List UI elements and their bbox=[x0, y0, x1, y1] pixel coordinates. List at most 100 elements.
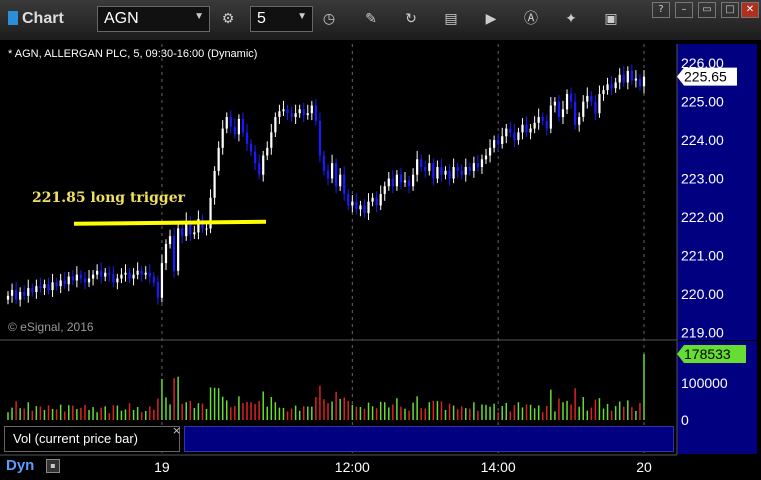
candle-body bbox=[436, 167, 439, 179]
candle-body bbox=[156, 282, 159, 298]
candle-body bbox=[6, 295, 10, 300]
candle-body bbox=[217, 147, 220, 171]
candle-body bbox=[51, 282, 54, 291]
time-tick-label: 14:00 bbox=[481, 459, 516, 475]
candle-body bbox=[262, 155, 265, 175]
candle-body bbox=[47, 284, 50, 291]
candle-body bbox=[278, 111, 281, 118]
candle-body bbox=[270, 132, 273, 148]
candle-body bbox=[444, 170, 447, 175]
candle-body bbox=[310, 105, 313, 114]
candle-body bbox=[112, 274, 115, 283]
candle-body bbox=[464, 167, 467, 175]
candle-body bbox=[533, 122, 536, 129]
candle-body bbox=[602, 90, 605, 94]
candle-body bbox=[468, 167, 471, 171]
candle-body bbox=[553, 101, 556, 106]
candle-body bbox=[229, 117, 232, 127]
candle-body bbox=[472, 163, 475, 171]
candle-body bbox=[258, 163, 261, 175]
candle-body bbox=[193, 232, 196, 235]
volume-study-label[interactable]: Vol (current price bar) bbox=[4, 426, 180, 452]
candle-body bbox=[480, 159, 484, 168]
candle-body bbox=[561, 109, 565, 118]
candle-body bbox=[148, 272, 151, 277]
candle-body bbox=[39, 286, 42, 289]
candle-body bbox=[513, 132, 516, 141]
candle-body bbox=[314, 105, 317, 121]
candle-body bbox=[302, 109, 305, 116]
candle-body bbox=[326, 170, 330, 179]
candle-body bbox=[108, 272, 111, 275]
candle-body bbox=[233, 126, 236, 135]
candle-body bbox=[452, 167, 455, 179]
candle-body bbox=[395, 174, 399, 187]
candle-body bbox=[634, 78, 638, 81]
candle-body bbox=[578, 117, 581, 125]
candle-body bbox=[521, 124, 524, 133]
close-study-icon[interactable]: × bbox=[172, 424, 181, 437]
candle-body bbox=[606, 84, 609, 91]
candle-body bbox=[569, 93, 573, 102]
candle-body bbox=[290, 113, 293, 118]
lock-icon[interactable]: ▪ bbox=[46, 459, 60, 473]
candle-body bbox=[160, 263, 164, 298]
candle-body bbox=[241, 118, 245, 133]
candle-body bbox=[501, 136, 504, 144]
candle-body bbox=[172, 236, 176, 271]
chart-svg: 219.00 220.00 221.00 222.00 223.00 224.00 225.… bbox=[0, 40, 761, 480]
candle-body bbox=[610, 84, 613, 89]
candle-body bbox=[379, 193, 382, 206]
candle-body bbox=[359, 205, 362, 210]
candle-body bbox=[79, 274, 83, 279]
candle-body bbox=[339, 174, 342, 187]
candle-body bbox=[83, 278, 87, 283]
candle-body bbox=[286, 109, 289, 114]
candle-body bbox=[55, 282, 58, 287]
candle-body bbox=[10, 290, 14, 296]
candle-body bbox=[403, 180, 407, 183]
candle-body bbox=[213, 170, 216, 198]
candle-body bbox=[71, 276, 74, 281]
dynamic-mode-label[interactable]: Dyn bbox=[6, 457, 34, 474]
candle-body bbox=[294, 113, 297, 118]
candle-body bbox=[274, 117, 277, 133]
candle-body bbox=[67, 276, 70, 285]
candle-body bbox=[391, 178, 394, 187]
candle-body bbox=[622, 74, 625, 83]
candle-body bbox=[638, 78, 642, 87]
candle-body bbox=[626, 70, 629, 83]
candle-body bbox=[493, 140, 496, 148]
candle-body bbox=[59, 280, 62, 287]
candle-body bbox=[128, 272, 131, 279]
copyright-text: © eSignal, 2016 bbox=[8, 320, 94, 334]
candle-body bbox=[249, 143, 253, 152]
candle-body bbox=[168, 236, 172, 244]
trigger-line bbox=[73, 219, 267, 226]
candle-body bbox=[177, 228, 180, 271]
candle-body bbox=[253, 151, 257, 164]
candle-body bbox=[100, 270, 103, 277]
volume-tick-label: 100000 bbox=[681, 375, 728, 391]
candle-body bbox=[371, 197, 374, 202]
candle-body bbox=[574, 101, 577, 125]
price-tick-label: 221.00 bbox=[681, 247, 724, 263]
time-tick-label: 12:00 bbox=[335, 459, 370, 475]
candle-body bbox=[448, 170, 451, 179]
candle-body bbox=[424, 167, 427, 171]
price-tick-label: 224.00 bbox=[681, 132, 724, 148]
candle-body bbox=[132, 274, 135, 279]
candle-body bbox=[96, 270, 99, 275]
candle-body bbox=[545, 120, 548, 129]
candle-body bbox=[140, 270, 143, 275]
candle-body bbox=[104, 272, 107, 277]
candle-body bbox=[27, 288, 30, 296]
candle-body bbox=[509, 128, 512, 133]
candle-body bbox=[23, 291, 26, 296]
candle-body bbox=[375, 197, 378, 206]
candle-body bbox=[363, 205, 366, 214]
candle-body bbox=[407, 180, 411, 187]
candle-body bbox=[529, 128, 532, 133]
candle-body bbox=[124, 272, 127, 275]
candle-body bbox=[614, 82, 617, 89]
